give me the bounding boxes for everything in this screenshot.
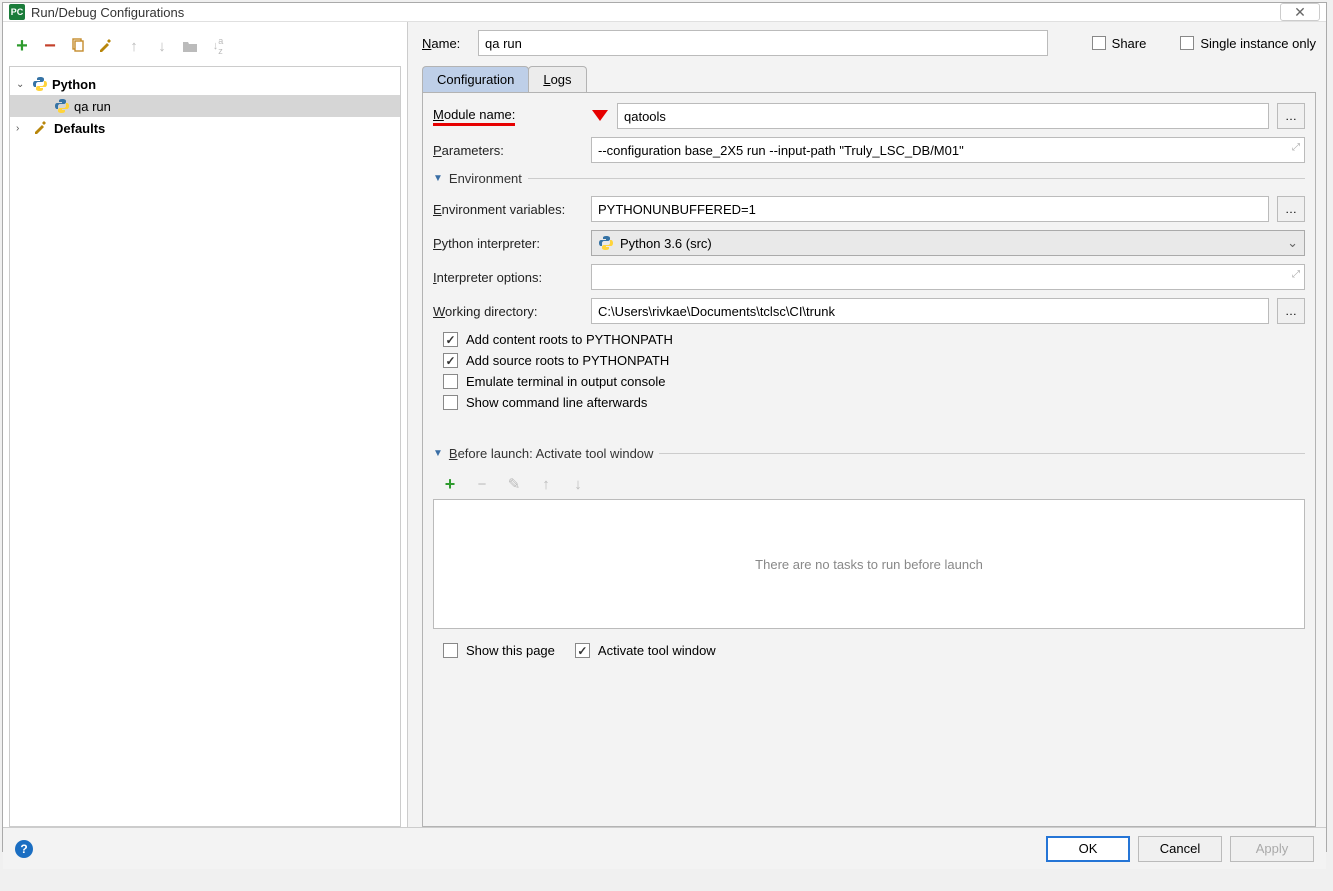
name-label: Name: [422,36,468,51]
name-input[interactable] [478,30,1048,56]
before-down-button[interactable]: ↓ [569,475,587,493]
tree-node-python[interactable]: ⌄ Python [10,73,400,95]
add-content-roots-checkbox[interactable]: Add content roots to PYTHONPATH [443,332,1305,347]
cancel-button[interactable]: Cancel [1138,836,1222,862]
before-launch-toolbar: + − ✎ ↑ ↓ [433,471,1305,499]
before-up-button[interactable]: ↑ [537,475,555,493]
tree-label: Python [52,77,96,92]
configurations-tree[interactable]: ⌄ Python qa run › [9,66,401,827]
configuration-editor: Name: Share Single instance only Configu… [408,22,1326,827]
share-checkbox[interactable]: Share [1092,36,1147,51]
tree-node-defaults[interactable]: › Defaults [10,117,400,139]
module-browse-button[interactable]: … [1277,103,1305,129]
python-icon [54,98,70,114]
tab-logs[interactable]: Logs [528,66,586,92]
activate-tool-window-checkbox[interactable]: Activate tool window [575,643,716,658]
chevron-down-icon: ▼ [433,173,443,184]
dialog-footer: ? OK Cancel Apply [3,827,1326,869]
python-interpreter-label: Python interpreter: [433,236,583,251]
run-debug-dialog: PC Run/Debug Configurations ✕ + − ↑ ↓ [2,2,1327,852]
python-interpreter-value: Python 3.6 (src) [620,236,712,251]
emulate-terminal-label: Emulate terminal in output console [466,374,665,389]
interpreter-options-label: Interpreter options: [433,270,583,285]
copy-config-button[interactable] [69,37,87,55]
parameters-label: Parameters: [433,143,583,158]
module-name-label: Module name: [433,107,515,126]
ok-button[interactable]: OK [1046,836,1130,862]
chevron-right-icon: › [16,123,28,134]
environment-header-label: Environment [449,171,522,186]
before-add-button[interactable]: + [441,475,459,493]
help-button[interactable]: ? [15,840,33,858]
add-source-roots-checkbox[interactable]: Add source roots to PYTHONPATH [443,353,1305,368]
add-content-roots-label: Add content roots to PYTHONPATH [466,332,673,347]
module-name-input[interactable] [617,103,1269,129]
python-interpreter-select[interactable]: Python 3.6 (src) ⌄ [591,230,1305,256]
sort-button[interactable]: ↓az [209,37,227,55]
share-label: Share [1112,36,1147,51]
move-up-button[interactable]: ↑ [125,37,143,55]
tree-node-qa-run[interactable]: qa run [10,95,400,117]
show-cmdline-label: Show command line afterwards [466,395,647,410]
before-edit-button[interactable]: ✎ [505,475,523,493]
add-source-roots-label: Add source roots to PYTHONPATH [466,353,669,368]
remove-config-button[interactable]: − [41,37,59,55]
tree-toolbar: + − ↑ ↓ ↓az [9,30,401,62]
move-down-button[interactable]: ↓ [153,37,171,55]
single-instance-checkbox[interactable]: Single instance only [1180,36,1316,51]
working-directory-input[interactable] [591,298,1269,324]
parameters-input[interactable]: --configuration base_2X5 run --input-pat… [591,137,1305,163]
working-directory-label: Working directory: [433,304,583,319]
edit-defaults-button[interactable] [97,37,115,55]
interpreter-options-input[interactable] [591,264,1305,290]
folder-button[interactable] [181,37,199,55]
before-launch-tasks-list[interactable]: There are no tasks to run before launch [433,499,1305,629]
pycharm-icon: PC [9,4,25,20]
configuration-tab-body: Module name: … Parameters: --configurati… [422,93,1316,827]
env-vars-label: Environment variables: [433,202,583,217]
window-title: Run/Debug Configurations [31,5,184,20]
workdir-browse-button[interactable]: … [1277,298,1305,324]
python-icon [598,235,614,251]
configurations-tree-panel: + − ↑ ↓ ↓az ⌄ [3,22,408,827]
show-this-page-checkbox[interactable]: Show this page [443,643,555,658]
python-icon [32,76,48,92]
chevron-down-icon: ▼ [433,448,443,459]
wrench-icon [32,119,50,137]
chevron-down-icon: ⌄ [16,79,28,90]
titlebar: PC Run/Debug Configurations ✕ [3,3,1326,22]
environment-section-header[interactable]: ▼ Environment [433,171,1305,186]
chevron-down-icon: ⌄ [1287,235,1298,251]
tab-bar: Configuration Logs [422,66,1316,93]
close-button[interactable]: ✕ [1280,3,1320,21]
emulate-terminal-checkbox[interactable]: Emulate terminal in output console [443,374,1305,389]
tab-configuration[interactable]: Configuration [422,66,529,92]
before-remove-button[interactable]: − [473,475,491,493]
tree-label: Defaults [54,121,105,136]
tree-label: qa run [74,99,111,114]
script-mode-dropdown-icon[interactable] [591,109,609,123]
env-vars-browse-button[interactable]: … [1277,196,1305,222]
show-cmdline-checkbox[interactable]: Show command line afterwards [443,395,1305,410]
activate-tool-window-label: Activate tool window [598,643,716,658]
apply-button[interactable]: Apply [1230,836,1314,862]
single-instance-label: Single instance only [1200,36,1316,51]
no-tasks-placeholder: There are no tasks to run before launch [755,557,983,572]
add-config-button[interactable]: + [13,37,31,55]
env-vars-input[interactable] [591,196,1269,222]
dialog-content: + − ↑ ↓ ↓az ⌄ [3,22,1326,869]
before-launch-label: Before launch: Activate tool window [449,446,654,461]
before-launch-header[interactable]: ▼ Before launch: Activate tool window [433,446,1305,461]
show-this-page-label: Show this page [466,643,555,658]
